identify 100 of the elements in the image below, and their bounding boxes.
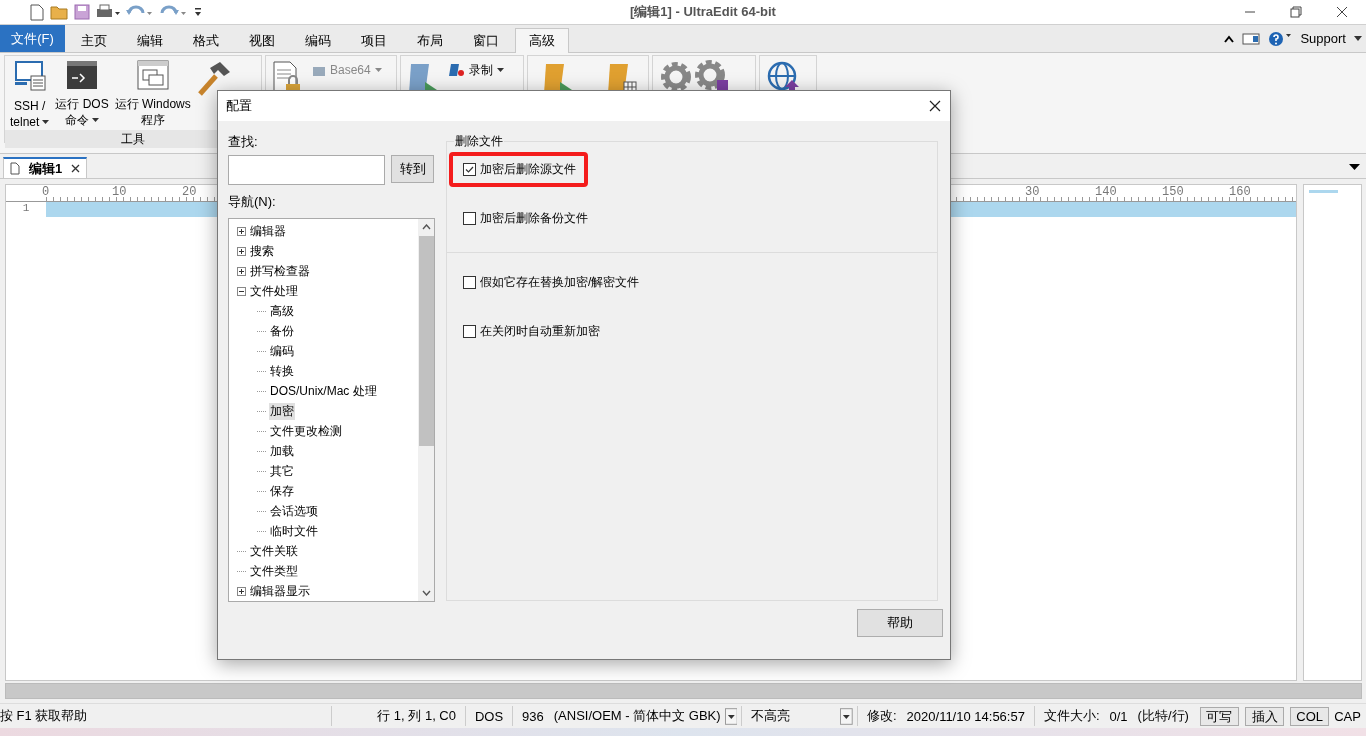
tree-item[interactable]: 文件关联 [249,542,299,560]
status-text: DOS [473,708,505,724]
file-tab[interactable]: 文件(F) [0,25,65,52]
navigation-label: 导航(N): [228,193,277,211]
terminal-icon [66,60,99,90]
expander-icon[interactable] [237,286,246,296]
ribbon-tab[interactable]: 主页 [67,28,121,53]
status-text: 2020/11/10 14:56:57 [905,708,1026,724]
tree-item[interactable]: 备份 [269,322,295,340]
ruler-label: 150 [1162,185,1185,201]
keyboard-icon[interactable] [1242,32,1261,45]
checkbox-option[interactable]: 假如它存在替换加密/解密文件 [449,265,652,300]
close-icon[interactable] [71,164,81,173]
collapse-ribbon-icon[interactable] [1224,34,1235,43]
expander-icon[interactable] [237,586,246,596]
support-menu[interactable]: Support [1300,31,1346,46]
help-icon[interactable] [1268,30,1293,47]
status-button[interactable]: 插入 [1245,706,1285,726]
tree-item[interactable]: 文件处理 [249,282,299,300]
checkbox[interactable] [463,276,476,289]
tree-item[interactable]: 会话选项 [269,502,319,520]
go-button[interactable]: 转到 [391,155,434,183]
window-icon [136,60,169,90]
tree-item[interactable]: DOS/Unix/Mac 处理 [269,382,378,400]
new-file-icon[interactable] [30,3,44,21]
ribbon-tab[interactable]: 项目 [347,28,401,53]
caret-icon[interactable] [1354,35,1362,42]
expander-icon[interactable] [237,266,246,276]
tree-item[interactable]: 编辑器显示 [249,582,311,600]
restore-icon[interactable] [1290,6,1302,18]
tree-item[interactable]: 编辑器 [249,222,287,240]
checkbox[interactable] [463,163,476,176]
tab-list-icon[interactable] [1349,163,1360,171]
ribbon-tab[interactable]: 高级 [515,28,569,53]
ruler-label: 10 [112,185,128,201]
status-button[interactable]: 可写 [1199,706,1239,726]
encoding-dropdown[interactable]: (ANSI/OEM - 简体中文 GBK) [548,707,723,725]
help-button[interactable]: 帮助 [857,609,943,637]
ribbon-tab[interactable]: 编码 [291,28,345,53]
ribbon-small-button[interactable]: 录制 [449,60,504,80]
checkbox[interactable] [463,212,476,225]
tree-item[interactable]: 保存 [269,482,295,500]
ruler-label: 140 [1095,185,1118,201]
record-script-icon [449,63,465,77]
status-text: 0/1 [1108,708,1129,724]
ribbon-button[interactable]: SSH / telnet [7,60,53,130]
tree-item[interactable]: 临时文件 [269,522,319,540]
tree-item[interactable]: 其它 [269,462,295,480]
vertical-scrollbar[interactable] [418,219,434,601]
document-tab[interactable]: 编辑1 [3,157,88,178]
checkbox-option[interactable]: 加密后删除备份文件 [449,201,600,236]
ribbon-tab[interactable]: 格式 [179,28,233,53]
customize-icon[interactable] [194,6,202,18]
close-icon[interactable] [929,100,941,112]
tree-item[interactable]: 搜索 [249,242,275,260]
ruler-label: 160 [1229,185,1252,201]
ruler-label: 20 [182,185,198,201]
ribbon-tab[interactable]: 编辑 [123,28,177,53]
status-label: 修改: [865,707,898,725]
ribbon-tab[interactable]: 视图 [235,28,289,53]
status-text: CAP [1333,708,1362,724]
scroll-up-icon[interactable] [421,224,431,230]
tree-item[interactable]: 文件更改检测 [269,422,343,440]
expander-icon[interactable] [237,246,246,256]
status-button[interactable]: COL [1290,706,1330,726]
status-text: 936 [521,708,545,724]
group-title: 删除文件 [454,133,504,150]
ruler-label: 0 [42,185,51,201]
status-label: 文件大小: [1042,707,1101,725]
document-icon [10,162,20,175]
caret-icon [374,67,382,73]
ribbon-button[interactable]: 运行 Windows 程序 [111,60,194,128]
checkbox-option[interactable]: 在关闭时自动重新加密 [449,314,612,349]
window-title: [编辑1] - UltraEdit 64-bit [630,3,777,21]
caret-icon [497,67,504,73]
checkbox-option[interactable]: 加密后删除源文件 [449,152,588,187]
tree-item[interactable]: 编码 [269,342,295,360]
folder-icon[interactable] [50,4,68,20]
checkbox[interactable] [463,325,476,338]
ribbon-tab[interactable]: 窗口 [459,28,513,53]
tree-item[interactable]: 拼写检查器 [249,262,311,280]
computer-icon [12,60,47,92]
printer-icon[interactable] [96,4,120,20]
find-field[interactable] [228,155,385,185]
tree-item[interactable]: 高级 [269,302,295,320]
status-text: 按 F1 获取帮助 [0,707,89,725]
save-icon[interactable] [74,4,90,20]
hammer-icon[interactable] [195,60,232,96]
scroll-down-icon[interactable] [421,590,431,596]
horizontal-scrollbar[interactable] [5,683,1362,699]
ribbon-tab[interactable]: 布局 [403,28,457,53]
highlight-dropdown[interactable]: 不高亮 [746,707,839,725]
expander-icon[interactable] [237,226,246,236]
tree-item[interactable]: 加载 [269,442,295,460]
close-icon[interactable] [1336,6,1348,18]
tree-item[interactable]: 加密 [269,402,295,420]
status-text: 行 1, 列 1, C0 [376,707,457,725]
tree-item[interactable]: 文件类型 [249,562,299,580]
tree-item[interactable]: 转换 [269,362,295,380]
ribbon-button[interactable]: 运行 DOS 命令 [52,60,112,128]
